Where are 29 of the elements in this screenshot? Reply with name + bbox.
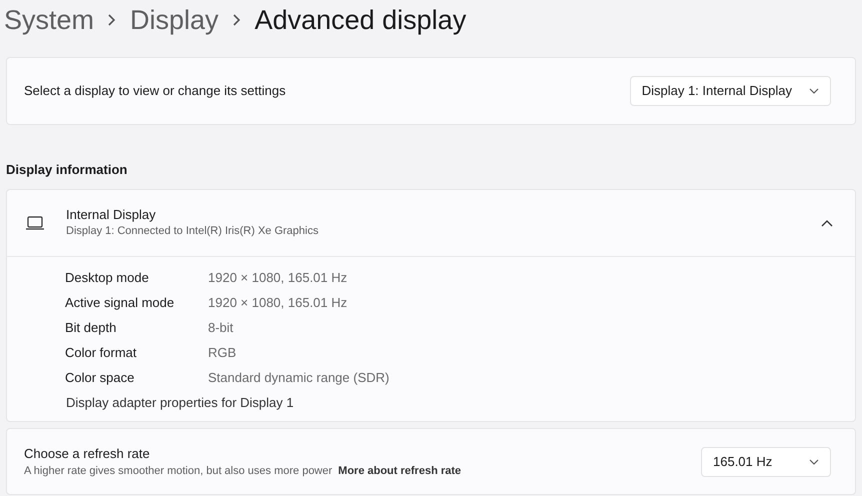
info-label: Color space	[65, 369, 136, 388]
adapter-properties-link[interactable]: Display adapter properties for Display 1	[66, 392, 294, 412]
chevron-down-icon	[809, 458, 819, 464]
info-value: 1920 × 1080, 165.01 Hz	[208, 269, 348, 288]
breadcrumb-link[interactable]: Display	[130, 3, 219, 37]
info-label: Active signal mode	[65, 294, 176, 312]
info-value: RGB	[208, 344, 236, 362]
info-label: Color format	[65, 344, 138, 362]
refresh-rate-link[interactable]: More about refresh rate	[338, 462, 462, 478]
info-value: 1920 × 1080, 165.01 Hz	[208, 294, 348, 312]
chevron-right-icon	[232, 14, 241, 26]
chevron-down-icon	[809, 88, 819, 94]
chevron-right-icon	[108, 14, 116, 26]
info-label: Bit depth	[65, 319, 118, 338]
info-value: 8-bit	[208, 319, 234, 338]
display-name: Internal Display	[66, 206, 157, 223]
section-title: Display information	[6, 161, 128, 179]
page-title: Advanced display	[254, 4, 466, 37]
display-info-header[interactable]: Internal Display Display 1: Connected to Intel(R) Iris(R) Xe Graphics	[7, 190, 855, 256]
breadcrumb-link[interactable]: System	[4, 3, 94, 37]
setting-label: Select a display to view or change its settings	[24, 82, 286, 100]
setting-title: Choose a refresh rate	[24, 444, 151, 462]
info-value: Standard dynamic range (SDR)	[208, 369, 390, 388]
laptop-icon	[25, 216, 45, 230]
refresh-rate-dropdown[interactable]: 165.01 Hz	[701, 446, 831, 476]
display-dropdown[interactable]: Display 1: Internal Display	[630, 76, 831, 106]
info-label: Desktop mode	[65, 269, 150, 288]
display-connection: Display 1: Connected to Intel(R) Iris(R) Xe Graphics	[66, 224, 320, 239]
setting-description: A higher rate gives smoother motion, but also uses more power	[24, 464, 332, 478]
